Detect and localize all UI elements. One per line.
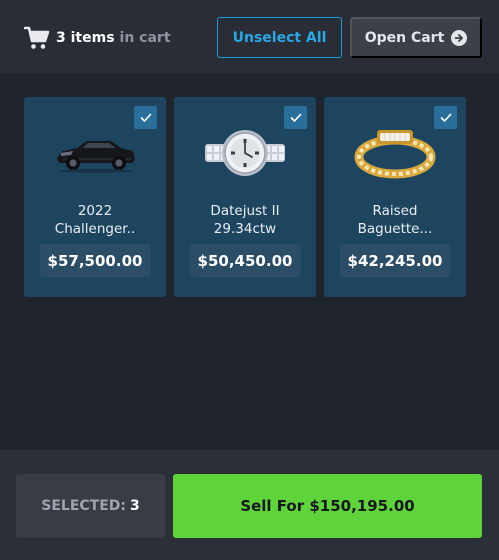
item-name-line1: Datejust II [210,203,280,219]
checkmark-icon [440,113,451,122]
checkmark-icon [290,113,301,122]
cart-item-card[interactable]: Raised Baguette... $42,245.00 [324,97,466,297]
cart-item-count: 3 items [56,30,115,46]
cart-icon [24,25,50,51]
selected-count-box: SELECTED: 3 [16,474,165,538]
item-price: $50,450.00 [189,244,301,277]
item-price: $57,500.00 [39,244,151,277]
item-name-line2: Baguette... [357,221,433,237]
item-name-line1: Raised [372,203,418,219]
item-name-line1: 2022 [77,203,113,219]
cart-header: 3 items in cart Unselect All Open Cart [0,0,499,73]
item-name: Datejust II 29.34ctw [180,202,310,238]
cart-summary: 3 items in cart [24,24,171,52]
arrow-right-circle-icon [451,29,468,46]
cart-item-card[interactable]: Datejust II 29.34ctw $50,450.00 [174,97,316,297]
black-muscle-car-image [45,123,145,183]
open-cart-label: Open Cart [364,29,445,46]
item-name-line2: 29.34ctw [213,221,277,237]
unselect-all-label: Unselect All [232,29,327,46]
iced-out-watch-image [195,123,295,183]
gold-cuban-bracelet-image [345,123,445,183]
cart-item-card[interactable]: 2022 Challenger.. $57,500.00 [24,97,166,297]
open-cart-button[interactable]: Open Cart [350,17,482,58]
selected-count: 3 [130,498,140,514]
item-price: $42,245.00 [339,244,451,277]
sell-button[interactable]: Sell For $150,195.00 [173,474,482,538]
checkmark-icon [140,113,151,122]
item-name: 2022 Challenger.. [30,202,160,238]
item-name-line2: Challenger.. [54,221,136,237]
cart-item-suffix: in cart [119,30,171,46]
unselect-all-button[interactable]: Unselect All [217,17,342,58]
selected-label: SELECTED: [41,498,126,514]
item-name: Raised Baguette... [330,202,460,238]
sell-button-label: Sell For $150,195.00 [240,497,415,515]
